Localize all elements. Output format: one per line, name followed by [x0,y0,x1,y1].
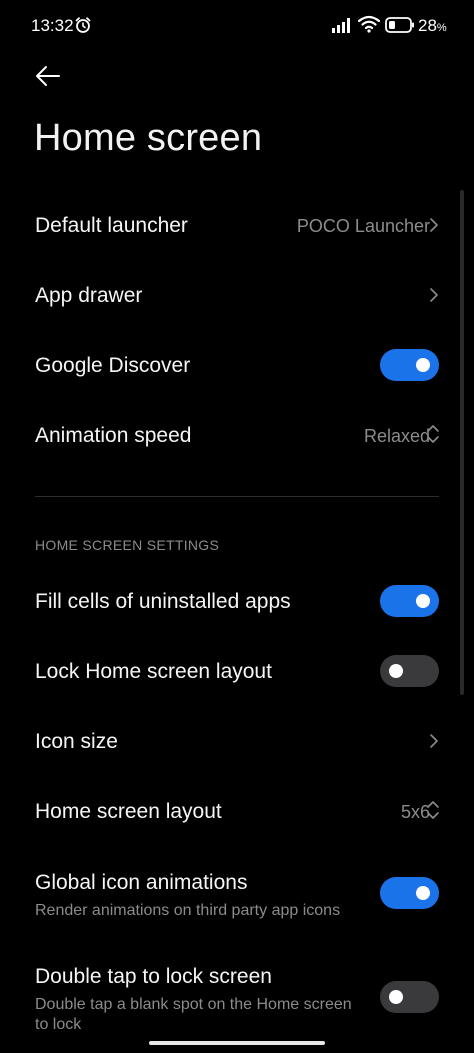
global-icon-animations-title: Global icon animations [35,871,248,894]
status-time: 13:32 [31,16,74,35]
home-screen-layout-row[interactable]: Home screen layout 5x6 [0,776,474,846]
divider [35,496,439,497]
default-launcher-row[interactable]: Default launcher POCO Launcher [0,190,474,260]
google-discover-title: Google Discover [35,354,191,377]
battery-percent: 28% [418,16,447,35]
animation-speed-row[interactable]: Animation speed Relaxed [0,400,474,470]
animation-speed-value: Relaxed [363,426,430,446]
chevron-right-icon [430,288,438,302]
double-tap-lock-subtitle: Double tap a blank spot on the Home scre… [35,996,352,1033]
fill-cells-toggle[interactable] [380,585,439,617]
section-header: HOME SCREEN SETTINGS [35,537,220,553]
fill-cells-title: Fill cells of uninstalled apps [35,590,291,613]
double-tap-lock-toggle[interactable] [380,981,439,1013]
default-launcher-title: Default launcher [35,214,188,237]
home-screen-layout-title: Home screen layout [35,800,222,823]
toggle-knob [416,358,430,372]
chevron-up-down-icon [427,801,439,819]
chevron-right-icon [430,734,438,748]
app-drawer-row[interactable]: App drawer [0,260,474,330]
back-button[interactable] [32,60,64,92]
fill-cells-row: Fill cells of uninstalled apps [0,566,474,636]
toggle-knob [416,594,430,608]
double-tap-lock-row: Double tap to lock screen Double tap a b… [0,940,474,1040]
global-icon-animations-toggle[interactable] [380,877,439,909]
animation-speed-title: Animation speed [35,424,192,447]
signal-icon [332,18,350,33]
chevron-right-icon [430,218,438,232]
toggle-knob [389,664,403,678]
toggle-knob [389,990,403,1004]
google-discover-row: Google Discover [0,330,474,400]
icon-size-title: Icon size [35,730,118,753]
home-indicator[interactable] [149,1041,325,1045]
app-drawer-title: App drawer [35,284,143,307]
default-launcher-value: POCO Launcher [296,216,430,236]
icon-size-row[interactable]: Icon size [0,706,474,776]
double-tap-lock-title: Double tap to lock screen [35,965,272,988]
status-bar: 13:32 28% [0,0,474,52]
global-icon-animations-row: Global icon animations Render animations… [0,846,474,940]
toggle-knob [416,886,430,900]
lock-layout-toggle[interactable] [380,655,439,687]
global-icon-animations-subtitle: Render animations on third party app ico… [35,902,341,919]
alarm-icon [75,17,91,33]
lock-layout-row: Lock Home screen layout [0,636,474,706]
page-title: Home screen [34,117,263,159]
battery-icon [385,17,414,33]
google-discover-toggle[interactable] [380,349,439,381]
lock-layout-title: Lock Home screen layout [35,660,272,683]
wifi-icon [358,15,380,33]
chevron-up-down-icon [427,425,439,443]
arrow-left-icon [36,66,60,86]
